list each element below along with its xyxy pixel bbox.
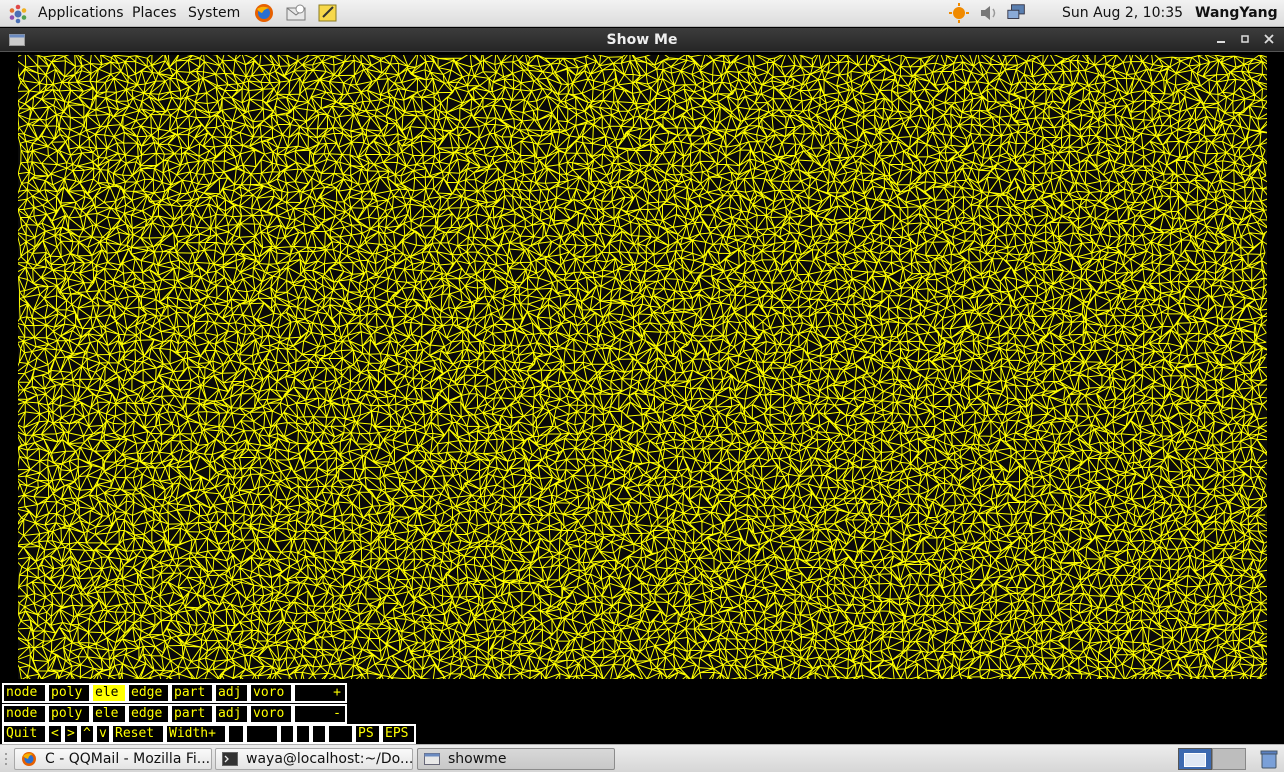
blank-button-3[interactable]	[279, 724, 295, 744]
decrement-label: -	[333, 706, 341, 721]
volume-icon[interactable]	[978, 3, 1000, 23]
maximize-button[interactable]	[1235, 30, 1255, 50]
task-showme-label: showme	[448, 751, 507, 767]
workspace-switcher[interactable]	[1178, 748, 1246, 770]
minimize-button[interactable]	[1211, 30, 1231, 50]
blank-button-6[interactable]	[327, 724, 354, 744]
mail-launcher-icon[interactable]	[285, 3, 307, 23]
pan-up-button[interactable]: ^	[79, 724, 95, 744]
terminal-icon	[222, 752, 238, 766]
trash-icon[interactable]	[1258, 748, 1280, 770]
eps-button[interactable]: EPS	[381, 724, 416, 744]
blank-button-1[interactable]	[227, 724, 245, 744]
bottom-taskbar: C - QQMail - Mozilla Fi... waya@localhos…	[0, 744, 1284, 772]
firefox-icon	[22, 752, 36, 766]
menu-applications[interactable]: Applications	[38, 0, 124, 26]
notes-launcher-icon[interactable]	[317, 3, 339, 23]
menu-places[interactable]: Places	[132, 0, 177, 26]
iteration-button-1[interactable]: 1 +	[293, 683, 347, 703]
taskbar-handle-icon[interactable]	[3, 751, 9, 767]
width-plus-button[interactable]: Width+	[165, 724, 227, 744]
close-button[interactable]	[1259, 30, 1279, 50]
voro-button-1[interactable]: voro	[249, 683, 293, 703]
node-button-2[interactable]: node	[2, 704, 47, 724]
task-firefox[interactable]: C - QQMail - Mozilla Fi...	[14, 748, 212, 770]
weather-sun-icon[interactable]	[948, 3, 970, 23]
menu-system[interactable]: System	[188, 0, 240, 26]
part-button-2[interactable]: part	[170, 704, 214, 724]
maximize-icon	[1241, 35, 1249, 43]
increment-label: +	[333, 685, 341, 700]
triangle-mesh	[18, 55, 1267, 679]
ps-button[interactable]: PS	[354, 724, 381, 744]
task-terminal[interactable]: waya@localhost:~/Do...	[215, 748, 413, 770]
pan-right-button[interactable]: >	[63, 724, 79, 744]
pan-left-button[interactable]: <	[47, 724, 63, 744]
clock[interactable]: Sun Aug 2, 10:35	[1062, 0, 1183, 26]
adj-button-1[interactable]: adj	[214, 683, 249, 703]
firefox-launcher-icon[interactable]	[253, 3, 275, 23]
top-panel: Applications Places System Sun Aug 2, 10…	[0, 0, 1284, 27]
iteration-button-2[interactable]: 0 -	[293, 704, 347, 724]
reset-button[interactable]: Reset	[111, 724, 165, 744]
blank-button-4[interactable]	[295, 724, 311, 744]
poly-button-2[interactable]: poly	[47, 704, 91, 724]
voro-button-2[interactable]: voro	[249, 704, 293, 724]
workspace-1[interactable]	[1178, 748, 1212, 770]
window-titlebar[interactable]: Show Me	[0, 28, 1284, 52]
window-icon	[424, 753, 440, 765]
network-icon[interactable]	[1006, 3, 1028, 23]
part-button-1[interactable]: part	[170, 683, 214, 703]
node-button-1[interactable]: node	[2, 683, 47, 703]
iteration-value-1: 1	[328, 701, 336, 703]
mesh-edges	[18, 55, 1267, 679]
window-title: Show Me	[606, 32, 678, 48]
task-terminal-label: waya@localhost:~/Do...	[246, 751, 413, 767]
task-showme[interactable]: showme	[417, 748, 615, 770]
task-firefox-label: C - QQMail - Mozilla Fi...	[45, 751, 211, 767]
adj-button-2[interactable]: adj	[214, 704, 249, 724]
close-icon	[1264, 34, 1274, 44]
poly-button-1[interactable]: poly	[47, 683, 91, 703]
ele-button-1[interactable]: ele	[91, 683, 127, 703]
blank-button-5[interactable]	[311, 724, 327, 744]
edge-button-2[interactable]: edge	[127, 704, 170, 724]
mesh-canvas[interactable]	[18, 55, 1267, 679]
blank-button-2[interactable]	[245, 724, 279, 744]
ele-button-2[interactable]: ele	[91, 704, 127, 724]
pan-down-button[interactable]: v	[95, 724, 111, 744]
minimize-icon	[1217, 41, 1225, 43]
edge-button-1[interactable]: edge	[127, 683, 170, 703]
user-name[interactable]: WangYang	[1195, 0, 1278, 26]
workspace-2[interactable]	[1212, 748, 1246, 770]
quit-button[interactable]: Quit	[2, 724, 47, 744]
gnome-foot-icon[interactable]	[8, 4, 28, 24]
